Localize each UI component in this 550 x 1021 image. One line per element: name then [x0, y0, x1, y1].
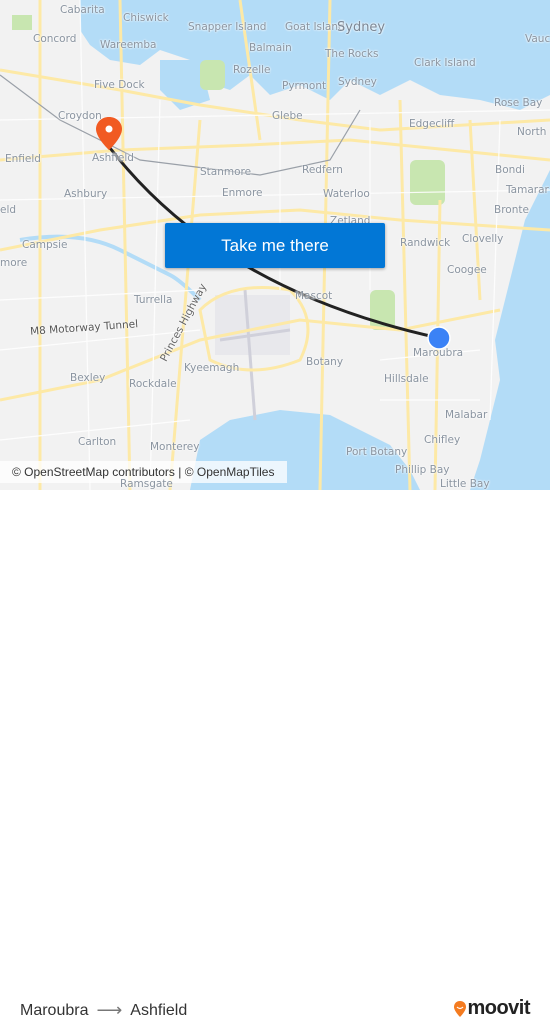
map-pin-icon[interactable]: [95, 116, 123, 152]
brand-name: moovit: [467, 997, 530, 1019]
map-label: Edgecliff: [409, 118, 455, 130]
map-label: Kyeemagh: [184, 362, 240, 374]
map-label: Balmain: [249, 42, 292, 54]
map-label: Waterloo: [323, 188, 370, 200]
take-me-there-button[interactable]: Take me there: [165, 223, 385, 268]
map-label: eld: [0, 204, 17, 216]
map-label: Malabar: [445, 409, 488, 421]
map-label: Snapper Island: [188, 21, 267, 33]
map-label: Hillsdale: [384, 373, 429, 385]
map-label: Enmore: [222, 187, 263, 199]
map-label: Botany: [306, 356, 344, 368]
map-label: Sydney: [338, 76, 377, 88]
map-label: Coogee: [447, 264, 487, 276]
map-label: The Rocks: [325, 48, 379, 60]
map-label: Chiswick: [123, 12, 169, 24]
map-label: Carlton: [78, 436, 117, 448]
map-label: Redfern: [302, 164, 343, 176]
arrow-right-icon: ⟶: [96, 1000, 123, 1020]
map-label: Ashfield: [92, 152, 134, 164]
map-label: Glebe: [272, 110, 303, 122]
map-label: Chifley: [424, 434, 461, 446]
map-label: Randwick: [400, 237, 451, 249]
map-label: Rose Bay: [494, 97, 543, 109]
map-label: Bronte: [494, 204, 529, 216]
map-label: Cabarita: [60, 4, 105, 16]
map[interactable]: Cabarita Chiswick Snapper Island Goat Is…: [0, 0, 550, 490]
map-label: Goat Island: [285, 21, 345, 33]
footer: Maroubra ⟶ Ashfield moovit: [0, 490, 550, 1020]
map-label: more: [0, 257, 28, 269]
map-label: Bondi: [495, 164, 525, 176]
map-label: Pyrmont: [282, 80, 327, 92]
map-label: Five Dock: [94, 79, 145, 91]
map-label: Concord: [33, 33, 77, 45]
route-summary: Maroubra ⟶ Ashfield: [20, 1000, 187, 1021]
map-label: Clovelly: [462, 233, 504, 245]
map-label: Rockdale: [129, 378, 177, 390]
origin-name: Maroubra: [20, 1001, 89, 1019]
map-label: Ramsgate: [120, 478, 173, 490]
ocean-water: [470, 170, 550, 490]
map-label: Enfield: [5, 153, 41, 165]
map-label: Ashbury: [64, 188, 108, 200]
map-label: North: [517, 126, 547, 138]
map-label: Sydney: [337, 20, 386, 35]
moovit-logo[interactable]: moovit: [453, 997, 530, 1020]
map-label: Port Botany: [346, 446, 408, 458]
map-label: Tamarar: [506, 184, 549, 196]
map-label: Little Bay: [440, 478, 490, 490]
map-label: Wareemba: [100, 39, 157, 51]
map-label: Campsie: [22, 239, 68, 251]
map-label: Rozelle: [233, 64, 271, 76]
destination-name: Ashfield: [130, 1001, 188, 1019]
map-label: Bexley: [70, 372, 106, 384]
map-label: Clark Island: [414, 57, 476, 69]
moovit-pin-icon: [454, 1000, 467, 1017]
map-label: Vauc: [525, 33, 550, 45]
location-dot-icon[interactable]: [427, 326, 451, 350]
map-label: Phillip Bay: [395, 464, 450, 476]
map-label: Mascot: [295, 290, 333, 302]
map-label: Turrella: [134, 294, 173, 306]
map-label: Stanmore: [200, 166, 252, 178]
map-label: Monterey: [150, 441, 200, 453]
